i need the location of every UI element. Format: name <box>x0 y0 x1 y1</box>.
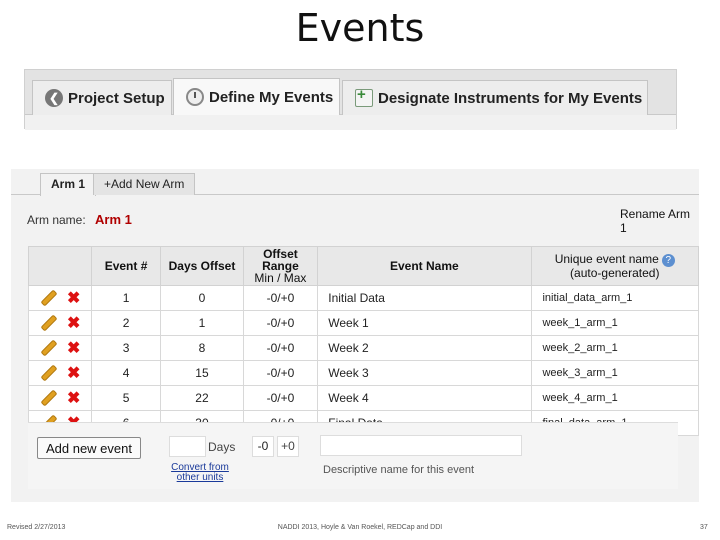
table-row: ✖ 3 8 -0/+0 Week 2 week_2_arm_1 <box>28 335 699 361</box>
project-tabs-bar: ❮ Project Setup Define My Events Designa… <box>24 69 677 130</box>
table-row: ✖ 2 1 -0/+0 Week 1 week_1_arm_1 <box>28 310 699 336</box>
cell-event-name: Week 1 <box>317 310 533 336</box>
header-event-num: Event # <box>90 246 162 286</box>
tab-project-setup[interactable]: ❮ Project Setup <box>32 80 172 115</box>
table-row: ✖ 5 22 -0/+0 Week 4 week_4_arm_1 <box>28 385 699 411</box>
cell-offset-range: -0/+0 <box>242 310 319 336</box>
cell-event-name: Week 4 <box>317 385 533 411</box>
cell-offset-range: -0/+0 <box>242 385 319 411</box>
cell-offset-range: -0/+0 <box>242 335 319 361</box>
header-offset-range: Offset Range Min / Max <box>242 246 319 286</box>
cell-offset-range: -0/+0 <box>242 360 319 386</box>
header-days-offset: Days Offset <box>160 246 244 286</box>
cell-days-offset: 15 <box>160 360 244 386</box>
delete-x-icon[interactable]: ✖ <box>67 363 80 383</box>
cell-days-offset: 0 <box>160 285 244 311</box>
header-unique-event-name: Unique event name? (auto-generated) <box>531 246 699 286</box>
slide-title: Events <box>295 6 425 50</box>
cell-unique-name: initial_data_arm_1 <box>531 285 699 311</box>
tab-define-my-events[interactable]: Define My Events <box>173 78 340 115</box>
cell-event-num: 1 <box>90 285 162 311</box>
cell-event-num: 4 <box>90 360 162 386</box>
header-event-name: Event Name <box>317 246 533 286</box>
cell-unique-name: week_1_arm_1 <box>531 310 699 336</box>
delete-x-icon[interactable]: ✖ <box>67 288 80 308</box>
cell-offset-range: -0/+0 <box>242 285 319 311</box>
tab-label: Designate Instruments for My Events <box>378 89 643 107</box>
table-row: ✖ 1 0 -0/+0 Initial Data initial_data_ar… <box>28 285 699 311</box>
tab-label: Define My Events <box>209 88 334 106</box>
tab-label: Project Setup <box>68 89 165 107</box>
edit-pencil-icon[interactable] <box>41 365 57 381</box>
edit-pencil-icon[interactable] <box>41 315 57 331</box>
cell-event-name: Week 3 <box>317 360 533 386</box>
tab-designate-instruments[interactable]: Designate Instruments for My Events <box>342 80 648 115</box>
delete-x-icon[interactable]: ✖ <box>67 388 80 408</box>
form-add-icon <box>355 86 373 107</box>
delete-x-icon[interactable]: ✖ <box>67 338 80 358</box>
add-event-area: Add new event Days Convert from other un… <box>28 422 678 489</box>
cell-days-offset: 22 <box>160 385 244 411</box>
cell-event-num: 5 <box>90 385 162 411</box>
help-icon[interactable]: ? <box>661 253 675 267</box>
cell-event-num: 3 <box>90 335 162 361</box>
cell-unique-name: week_2_arm_1 <box>531 335 699 361</box>
cell-event-num: 2 <box>90 310 162 336</box>
events-table: Event # Days Offset Offset Range Min / M… <box>28 246 699 436</box>
clock-icon <box>186 88 204 106</box>
arm-tabs: Arm 1 +Add New Arm <box>11 169 699 196</box>
edit-pencil-icon[interactable] <box>41 290 57 306</box>
events-panel: Arm 1 +Add New Arm Arm name: Arm 1 Renam… <box>11 169 699 502</box>
footer-page-number: 37 <box>700 524 708 531</box>
edit-pencil-icon[interactable] <box>41 340 57 356</box>
tab-arm-1[interactable]: Arm 1 <box>40 173 97 196</box>
tabs-baseline <box>25 114 676 130</box>
edit-pencil-icon[interactable] <box>41 390 57 406</box>
arm-name-label: Arm name: <box>27 213 86 227</box>
footer-credit: NADDI 2013, Hoyle & Van Roekel, REDCap a… <box>277 524 443 531</box>
back-arrow-icon: ❮ <box>45 89 63 107</box>
days-offset-input[interactable] <box>169 436 206 457</box>
cell-days-offset: 8 <box>160 335 244 361</box>
event-name-input[interactable] <box>320 435 522 456</box>
event-name-hint: Descriptive name for this event <box>323 464 475 476</box>
delete-x-icon[interactable]: ✖ <box>67 313 80 333</box>
header-actions <box>28 246 92 286</box>
add-new-event-button[interactable]: Add new event <box>37 437 141 459</box>
cell-days-offset: 1 <box>160 310 244 336</box>
offset-min-input[interactable]: -0 <box>252 436 274 457</box>
table-row: ✖ 4 15 -0/+0 Week 3 week_3_arm_1 <box>28 360 699 386</box>
cell-event-name: Initial Data <box>317 285 533 311</box>
days-label: Days <box>208 440 236 454</box>
cell-event-name: Week 2 <box>317 335 533 361</box>
cell-unique-name: week_4_arm_1 <box>531 385 699 411</box>
offset-max-input[interactable]: +0 <box>277 436 299 457</box>
cell-unique-name: week_3_arm_1 <box>531 360 699 386</box>
table-header-row: Event # Days Offset Offset Range Min / M… <box>28 246 699 286</box>
convert-units-link[interactable]: Convert from other units <box>169 463 231 483</box>
arm-name-value: Arm 1 <box>95 212 132 227</box>
arm-name-row: Arm name: Arm 1 <box>27 212 132 227</box>
tab-add-new-arm[interactable]: +Add New Arm <box>93 173 196 195</box>
rename-arm-link[interactable]: Rename Arm 1 <box>620 207 699 235</box>
